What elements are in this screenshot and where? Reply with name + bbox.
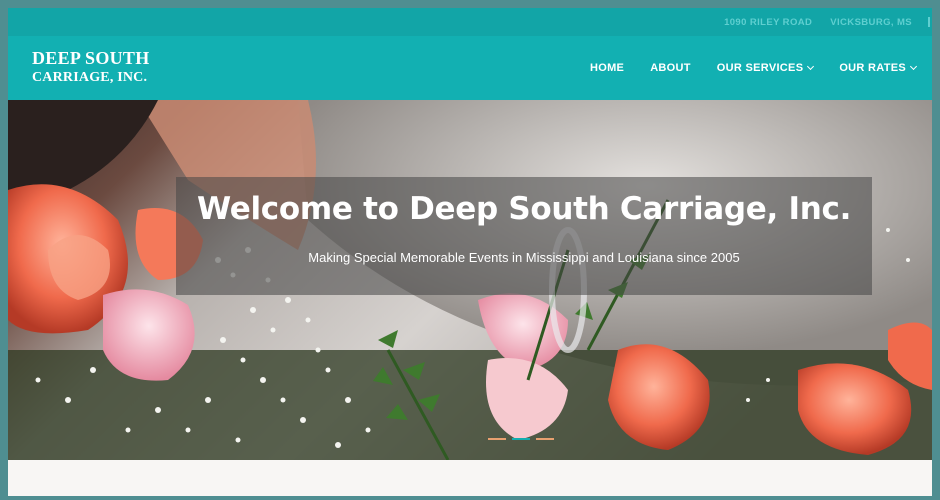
slider-dot[interactable] [536,438,554,440]
nav-home-label: HOME [589,62,625,74]
slider-dot-active[interactable] [512,438,530,440]
slider-dot[interactable] [488,438,506,440]
address-text: 1090 RILEY ROAD [724,16,813,28]
logo-line-1: DEEP SOUTH [32,48,150,68]
topbar-divider [928,17,930,27]
hero-title: Welcome to Deep South Carriage, Inc. [196,191,852,227]
nav-our-services[interactable]: OUR SERVICES [716,62,815,74]
hero-caption: Welcome to Deep South Carriage, Inc. Mak… [176,177,872,295]
nav-about[interactable]: ABOUT [650,62,691,74]
nav-services-label: OUR SERVICES [716,62,804,74]
nav-our-rates[interactable]: OUR RATES [839,62,918,74]
hero-slider[interactable]: Welcome to Deep South Carriage, Inc. Mak… [8,100,932,460]
contact-info: 1090 RILEY ROAD VICKSBURG, MS [724,8,912,36]
top-info-bar: 1090 RILEY ROAD VICKSBURG, MS [8,8,932,36]
slider-pagination [488,438,554,440]
hero-subtitle: Making Special Memorable Events in Missi… [308,250,740,265]
nav-home[interactable]: HOME [590,62,624,74]
content-area [8,460,932,496]
site-logo[interactable]: DEEP SOUTH CARRIAGE, INC. [32,49,150,85]
chevron-down-icon [807,62,815,71]
logo-line-2: CARRIAGE, INC. [32,70,148,85]
main-navbar: DEEP SOUTH CARRIAGE, INC. HOME ABOUT OUR… [8,36,932,100]
nav-rates-label: OUR RATES [839,62,906,74]
city-text: VICKSBURG, MS [830,16,912,28]
chevron-down-icon [909,62,918,71]
nav-about-label: ABOUT [650,62,691,74]
page-frame: 1090 RILEY ROAD VICKSBURG, MS DEEP SOUTH… [8,8,932,496]
nav-menu: HOME ABOUT OUR SERVICES OUR RATES [590,36,918,100]
